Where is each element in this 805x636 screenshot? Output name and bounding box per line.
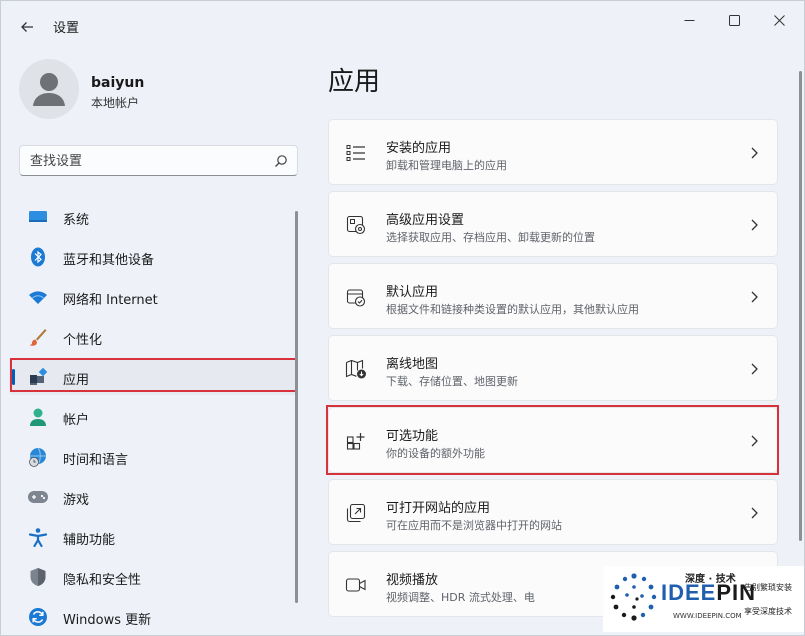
watermark-slogan-1: 告别繁琐安装 xyxy=(744,583,792,592)
web-apps-icon xyxy=(345,502,367,524)
brush-icon xyxy=(27,327,49,347)
card-title: 离线地图 xyxy=(386,357,439,372)
search-box[interactable] xyxy=(19,145,298,176)
search-icon[interactable] xyxy=(274,154,288,168)
sidebar-item-personalization[interactable]: 个性化 xyxy=(9,319,297,355)
card-title: 默认应用 xyxy=(386,285,439,300)
watermark: 深度 · 技术 IDEEPIN WWW.IDEEPIN.COM 告别繁琐安装 享… xyxy=(603,566,804,632)
maximize-icon xyxy=(728,14,740,26)
default-apps-icon xyxy=(345,286,367,308)
card-title: 安装的应用 xyxy=(386,141,452,156)
card-subtitle: 选择获取应用、存档应用、卸载更新的位置 xyxy=(386,231,595,244)
card-default-apps[interactable]: 默认应用 根据文件和链接种类设置的默认应用，其他默认应用 xyxy=(328,263,778,329)
optional-features-highlight-frame xyxy=(326,405,779,475)
arrow-left-icon xyxy=(21,22,33,32)
close-button[interactable] xyxy=(759,7,799,33)
globe-clock-icon xyxy=(27,447,49,467)
maximize-button[interactable] xyxy=(714,7,754,33)
sidebar-item-system[interactable]: 系统 xyxy=(9,199,297,235)
card-subtitle: 下载、存储位置、地图更新 xyxy=(386,375,518,388)
sidebar-item-accounts[interactable]: 帐户 xyxy=(9,399,297,435)
minimize-button[interactable] xyxy=(669,7,709,33)
wifi-icon xyxy=(27,287,49,307)
sidebar-scrollbar[interactable] xyxy=(295,211,298,603)
page-title: 应用 xyxy=(328,67,381,97)
sidebar-item-label: 时间和语言 xyxy=(63,453,129,468)
content-scrollbar[interactable] xyxy=(799,71,802,541)
card-title: 可打开网站的应用 xyxy=(386,501,491,516)
card-installed-apps[interactable]: 安装的应用 卸载和管理电脑上的应用 xyxy=(328,119,778,185)
sidebar-item-privacy[interactable]: 隐私和安全性 xyxy=(9,559,297,595)
card-subtitle: 卸载和管理电脑上的应用 xyxy=(386,159,507,172)
bluetooth-icon xyxy=(27,247,49,267)
app-settings-icon xyxy=(345,214,367,236)
sidebar-item-gaming[interactable]: 游戏 xyxy=(9,479,297,515)
watermark-slogan-2: 享受深度技术 xyxy=(744,607,792,616)
sidebar-item-accessibility[interactable]: 辅助功能 xyxy=(9,519,297,555)
map-icon xyxy=(345,358,367,380)
ideepin-logo xyxy=(610,573,657,621)
watermark-url: WWW.IDEEPIN.COM xyxy=(673,612,742,620)
minimize-icon xyxy=(684,19,694,21)
apps-highlight-frame xyxy=(10,358,297,392)
chevron-right-icon xyxy=(751,507,758,519)
sidebar-item-label: 辅助功能 xyxy=(63,533,116,548)
chevron-right-icon xyxy=(751,147,758,159)
card-title: 视频播放 xyxy=(386,573,439,588)
chevron-right-icon xyxy=(751,363,758,375)
user-name: baiyun xyxy=(91,75,145,91)
card-title: 高级应用设置 xyxy=(386,213,465,228)
video-icon xyxy=(345,574,367,596)
sidebar-item-label: 蓝牙和其他设备 xyxy=(63,253,155,268)
card-subtitle: 视频调整、HDR 流式处理、电 xyxy=(386,591,535,604)
settings-window: 设置 baiyun 本地帐户 系统 xyxy=(0,0,805,636)
card-apps-for-websites[interactable]: 可打开网站的应用 可在应用而不是浏览器中打开的网站 xyxy=(328,479,778,545)
sidebar-item-bluetooth[interactable]: 蓝牙和其他设备 xyxy=(9,239,297,275)
watermark-brand-a: IDEE xyxy=(661,580,717,605)
back-button[interactable] xyxy=(13,14,41,40)
close-icon xyxy=(773,14,785,26)
search-input[interactable] xyxy=(30,152,260,170)
avatar[interactable] xyxy=(19,59,79,119)
sidebar-item-label: 网络和 Internet xyxy=(63,293,158,308)
sidebar-item-windows-update[interactable]: Windows 更新 xyxy=(9,599,297,635)
sidebar-item-label: 隐私和安全性 xyxy=(63,573,142,588)
card-subtitle: 根据文件和链接种类设置的默认应用，其他默认应用 xyxy=(386,303,639,316)
sidebar-item-label: 个性化 xyxy=(63,333,103,348)
sidebar-item-label: 系统 xyxy=(63,213,90,228)
shield-icon xyxy=(27,567,49,587)
title-bar: 设置 xyxy=(1,1,804,51)
gamepad-icon xyxy=(27,487,49,507)
person-icon xyxy=(27,407,49,427)
list-icon xyxy=(345,142,367,164)
chevron-right-icon xyxy=(751,291,758,303)
card-offline-maps[interactable]: 离线地图 下载、存储位置、地图更新 xyxy=(328,335,778,401)
card-subtitle: 可在应用而不是浏览器中打开的网站 xyxy=(386,519,562,532)
monitor-icon xyxy=(27,207,49,227)
app-title: 设置 xyxy=(53,21,80,36)
watermark-brand: IDEEPIN xyxy=(661,580,756,606)
user-avatar-icon xyxy=(33,73,65,106)
update-icon xyxy=(27,607,49,627)
sidebar-item-label: Windows 更新 xyxy=(63,613,152,628)
sidebar-item-time-language[interactable]: 时间和语言 xyxy=(9,439,297,475)
account-type: 本地帐户 xyxy=(91,96,140,110)
sidebar-item-label: 帐户 xyxy=(63,413,90,428)
sidebar-item-label: 游戏 xyxy=(63,493,90,508)
accessibility-icon xyxy=(27,527,49,547)
card-advanced-app-settings[interactable]: 高级应用设置 选择获取应用、存档应用、卸载更新的位置 xyxy=(328,191,778,257)
sidebar-item-network[interactable]: 网络和 Internet xyxy=(9,279,297,315)
chevron-right-icon xyxy=(751,219,758,231)
